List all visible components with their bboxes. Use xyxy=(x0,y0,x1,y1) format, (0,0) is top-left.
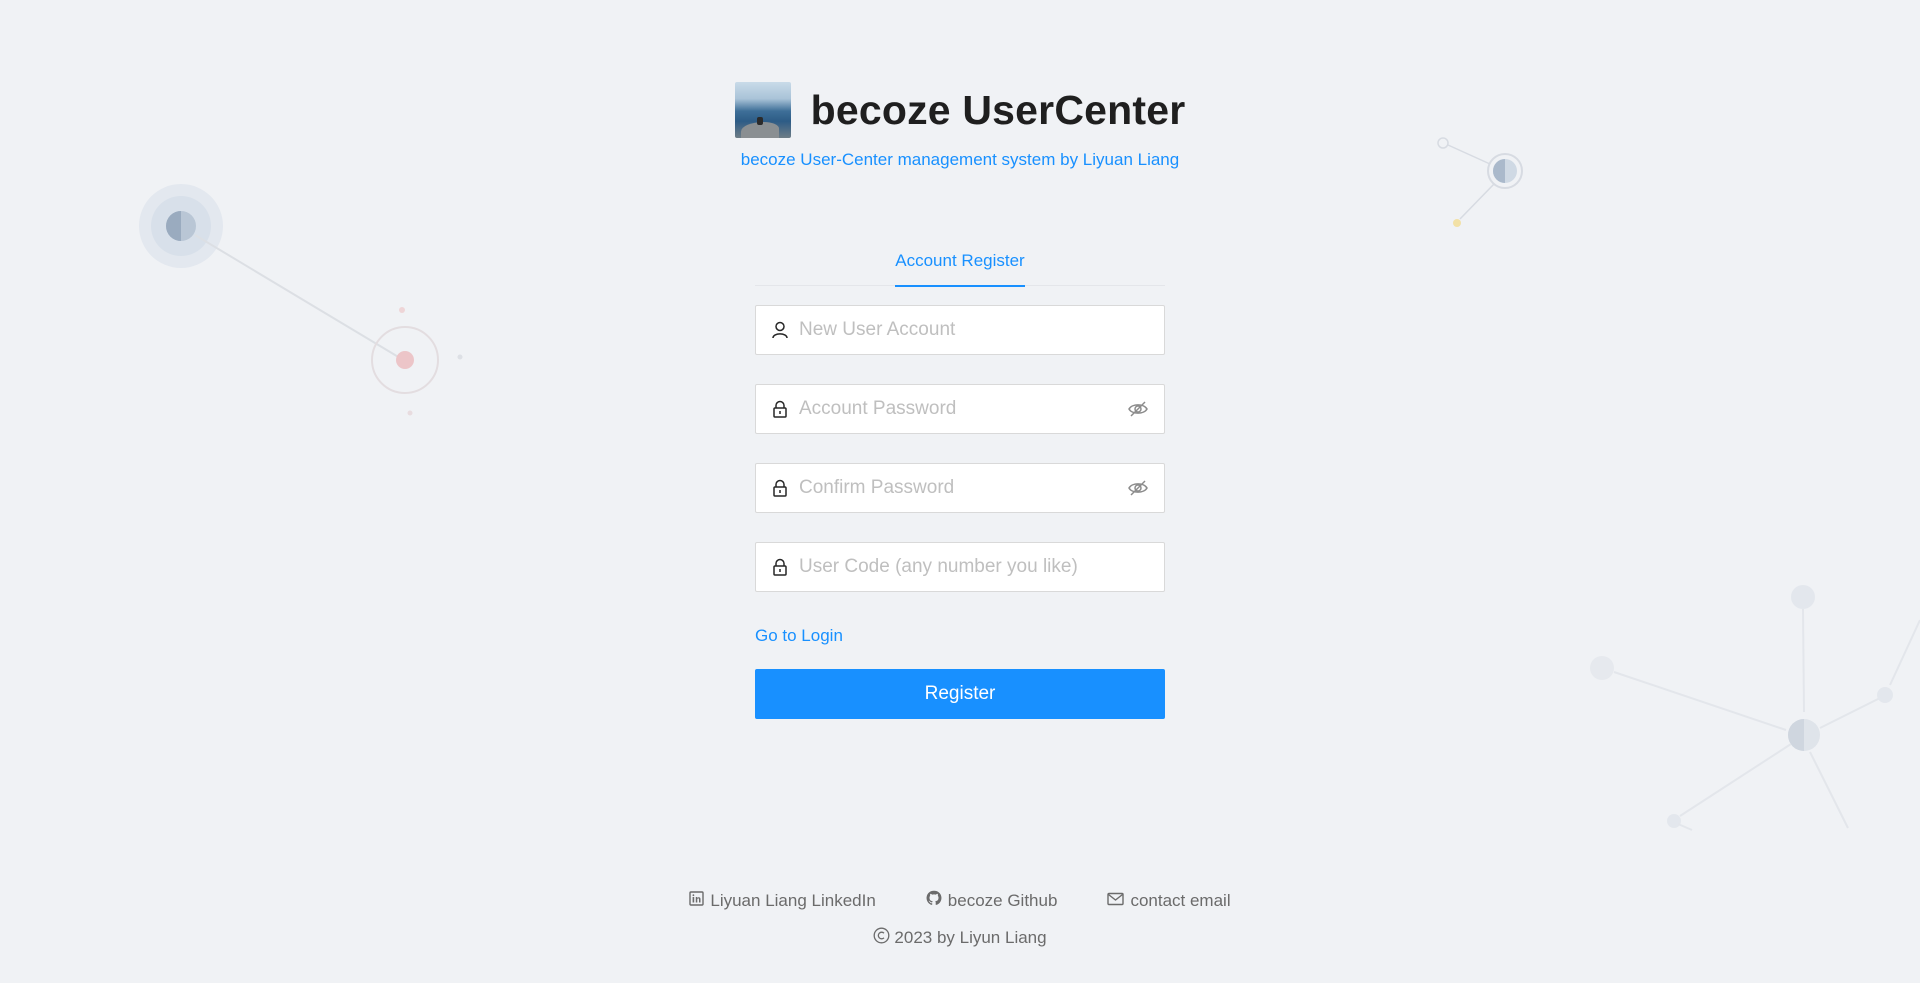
eye-invisible-icon[interactable] xyxy=(1126,476,1150,500)
page-title: becoze UserCenter xyxy=(810,86,1186,133)
footer-link-label: Liyuan Liang LinkedIn xyxy=(710,890,876,910)
mail-icon xyxy=(1107,891,1125,911)
account-input[interactable] xyxy=(799,319,1150,341)
copyright-text: 2023 by Liyun Liang xyxy=(894,928,1047,947)
footer-link-linkedin[interactable]: Liyuan Liang LinkedIn xyxy=(689,890,876,911)
footer-link-email[interactable]: contact email xyxy=(1107,890,1231,911)
password-input[interactable] xyxy=(799,398,1126,420)
register-page: becoze UserCenter becoze User-Center man… xyxy=(0,0,1920,983)
user-code-input[interactable] xyxy=(799,556,1150,578)
title-row: becoze UserCenter xyxy=(0,82,1920,138)
user-icon xyxy=(770,320,790,340)
page-header: becoze UserCenter becoze User-Center man… xyxy=(0,82,1920,170)
lock-icon xyxy=(770,557,790,577)
tab-bar: Account Register xyxy=(755,244,1165,287)
footer-links: Liyuan Liang LinkedIn becoze Github cont… xyxy=(0,890,1920,911)
password-field xyxy=(755,384,1165,434)
account-field xyxy=(755,305,1165,355)
footer-link-github[interactable]: becoze Github xyxy=(926,890,1058,911)
lock-icon xyxy=(770,478,790,498)
logo-image xyxy=(734,82,791,138)
confirm-password-field xyxy=(755,463,1165,513)
user-code-field xyxy=(755,542,1165,592)
go-to-login-link[interactable]: Go to Login xyxy=(755,626,843,646)
footer-link-label: becoze Github xyxy=(947,890,1058,910)
lock-icon xyxy=(770,399,790,419)
page-subtitle: becoze User-Center management system by … xyxy=(740,150,1180,169)
tab-account-register[interactable]: Account Register xyxy=(895,244,1026,287)
register-button[interactable]: Register xyxy=(755,669,1165,719)
register-form: Account Register New User Account User C… xyxy=(755,244,1165,719)
confirm-password-input[interactable] xyxy=(799,477,1126,499)
copyright-icon xyxy=(873,927,890,949)
github-icon xyxy=(926,890,942,911)
copyright: 2023 by Liyun Liang xyxy=(0,927,1920,949)
linkedin-icon xyxy=(689,890,705,911)
footer-link-label: contact email xyxy=(1130,890,1231,910)
page-footer: Liyuan Liang LinkedIn becoze Github cont… xyxy=(0,890,1920,949)
eye-invisible-icon[interactable] xyxy=(1126,397,1150,421)
